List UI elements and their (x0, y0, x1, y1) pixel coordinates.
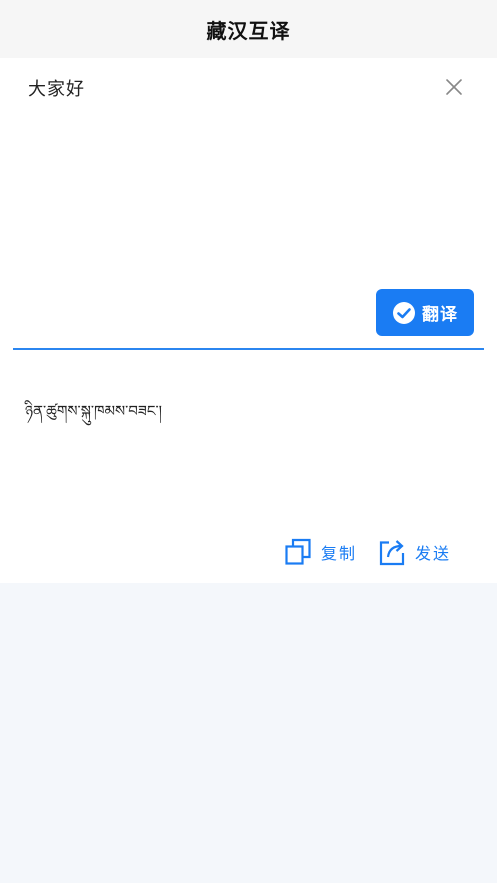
app-header: 藏汉互译 (0, 0, 497, 58)
page-title: 藏汉互译 (206, 18, 291, 43)
share-icon (379, 540, 405, 566)
translation-result: ཉིན་ཚུགས་སྐུ་ཁམས་བཟང་། (25, 402, 163, 420)
translate-button-label: 翻译 (422, 305, 458, 325)
source-text-input[interactable]: 大家好 (28, 75, 85, 101)
copy-icon (285, 538, 311, 565)
check-circle-icon (393, 301, 415, 324)
send-button-label: 发送 (415, 544, 452, 563)
input-divider (13, 348, 484, 350)
clear-input-button[interactable] (443, 76, 465, 98)
close-icon (446, 79, 462, 95)
translation-panel: 大家好 翻译 ཉིན་ཚུགས་སྐུ་ཁམས་བཟང་། 复制 发送 (0, 58, 497, 583)
translate-button[interactable]: 翻译 (376, 289, 474, 336)
copy-button[interactable]: 复制 (285, 538, 357, 566)
copy-button-label: 复制 (321, 544, 358, 563)
send-button[interactable]: 发送 (379, 538, 451, 566)
